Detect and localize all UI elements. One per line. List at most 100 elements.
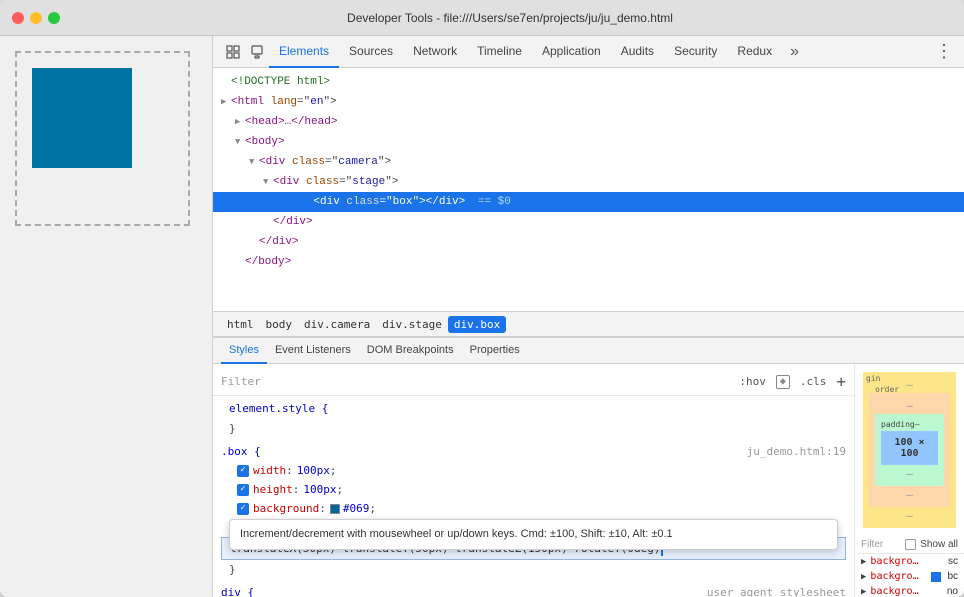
tab-dom-breakpoints[interactable]: DOM Breakpoints <box>359 338 462 364</box>
border-box: order — padding— 100 × 100 <box>869 393 950 507</box>
tree-line-stage[interactable]: <div class="stage"> <box>213 172 964 192</box>
tree-line-close-div2[interactable]: </div> <box>213 232 964 252</box>
tree-triangle[interactable] <box>235 113 245 131</box>
width-property: width: 100px; <box>221 461 846 480</box>
box-model: gin — order — pa <box>855 364 964 536</box>
traffic-lights <box>12 12 60 24</box>
hov-filter-btn[interactable]: :hov <box>735 372 770 391</box>
tree-line-head[interactable]: <head>…</head> <box>213 112 964 132</box>
styles-tabs-bar: Styles Event Listeners DOM Breakpoints P… <box>213 338 964 364</box>
backgro-item-2: ▶ backgro… bc <box>855 569 964 584</box>
inspect-icon[interactable] <box>221 40 245 64</box>
element-style-header: element.style { <box>221 398 846 419</box>
tab-redux[interactable]: Redux <box>727 36 782 68</box>
computed-filter-bar: Filter Show all <box>855 536 964 554</box>
tab-audits[interactable]: Audits <box>611 36 664 68</box>
transform-value-container: translateX(50px) translateY(50px) transl… <box>221 537 846 560</box>
box-rule-selector: ju_demo.html:19 .box { <box>221 442 846 461</box>
minimize-button[interactable] <box>30 12 42 24</box>
more-tabs-button[interactable]: » <box>784 36 805 68</box>
background-checkbox[interactable] <box>237 503 249 515</box>
show-all-checkbox[interactable] <box>905 539 916 550</box>
window-title: Developer Tools - file:///Users/se7en/pr… <box>68 11 952 25</box>
padding-box: padding— 100 × 100 — <box>875 414 944 486</box>
close-button[interactable] <box>12 12 24 24</box>
rule-source: ju_demo.html:19 <box>747 443 846 460</box>
tab-event-listeners[interactable]: Event Listeners <box>267 338 359 364</box>
title-bar: Developer Tools - file:///Users/se7en/pr… <box>0 0 964 36</box>
tab-security[interactable]: Security <box>664 36 727 68</box>
filter-label: Filter <box>221 373 735 390</box>
tab-sources[interactable]: Sources <box>339 36 403 68</box>
browser-window: Developer Tools - file:///Users/se7en/pr… <box>0 0 964 597</box>
tree-line-html[interactable]: <html lang="en"> <box>213 92 964 112</box>
tree-triangle[interactable] <box>221 93 231 111</box>
add-style-btn[interactable]: + <box>836 373 846 390</box>
tab-timeline[interactable]: Timeline <box>467 36 532 68</box>
div-rule-selector-line: user agent stylesheet div { <box>221 583 846 597</box>
margin-label: gin <box>866 374 880 383</box>
breadcrumb-camera[interactable]: div.camera <box>298 316 376 333</box>
tree-triangle[interactable] <box>235 133 245 151</box>
show-all-label: Show all <box>920 539 958 550</box>
padding-bottom: — <box>906 467 913 480</box>
color-swatch[interactable] <box>330 504 340 514</box>
transform-tooltip: Increment/decrement with mousewheel or u… <box>229 519 838 550</box>
computed-filter-label: Filter <box>861 539 901 550</box>
element-style-rule: element.style { } <box>213 396 854 440</box>
backgro-swatch-2 <box>931 572 941 582</box>
elements-tree[interactable]: <!DOCTYPE html> <html lang="en"> <head>…… <box>213 68 964 311</box>
margin-bottom: — <box>906 509 913 522</box>
height-checkbox[interactable] <box>237 484 249 496</box>
main-area: Elements Sources Network Timeline Applic… <box>0 36 964 597</box>
tree-line-close-div[interactable]: </div> <box>213 212 964 232</box>
breadcrumb-html[interactable]: html <box>221 316 260 333</box>
tab-elements[interactable]: Elements <box>269 36 339 68</box>
styles-content: Filter :hov ◆ .cls + element.style { } <box>213 364 964 597</box>
tab-application[interactable]: Application <box>532 36 611 68</box>
backgro-item-3: ▶ backgro… no <box>855 584 964 597</box>
preview-box <box>32 68 132 168</box>
backgro-item-1: ▶ backgro… sc <box>855 554 964 569</box>
devtools-tabs-bar: Elements Sources Network Timeline Applic… <box>213 36 964 68</box>
border-bottom: — <box>906 488 913 501</box>
box-style-rule: ju_demo.html:19 .box { width: 100px; hei… <box>213 440 854 581</box>
tree-line-body[interactable]: <body> <box>213 132 964 152</box>
breadcrumb-box[interactable]: div.box <box>448 316 506 333</box>
breadcrumb-body[interactable]: body <box>260 316 299 333</box>
device-icon[interactable] <box>245 40 269 64</box>
element-style-close: } <box>221 419 846 438</box>
tree-line-camera[interactable]: <div class="camera"> <box>213 152 964 172</box>
devtools-menu-button[interactable]: ⋮ <box>932 40 956 64</box>
background-property: background: #069; <box>221 499 846 518</box>
width-checkbox[interactable] <box>237 465 249 477</box>
maximize-button[interactable] <box>48 12 60 24</box>
padding-label: padding— <box>881 420 938 429</box>
styles-right-pane: gin — order — pa <box>854 364 964 597</box>
preview-panel <box>0 36 213 597</box>
filter-buttons: :hov ◆ .cls + <box>735 372 846 391</box>
user-agent-label: user agent stylesheet <box>707 584 846 597</box>
tab-properties[interactable]: Properties <box>462 338 528 364</box>
tree-triangle[interactable] <box>249 153 259 171</box>
preview-border <box>15 51 190 226</box>
breadcrumb-bar: html body div.camera div.stage div.box <box>213 311 964 337</box>
tab-styles[interactable]: Styles <box>221 338 267 364</box>
tab-network[interactable]: Network <box>403 36 467 68</box>
styles-left-pane: Filter :hov ◆ .cls + element.style { } <box>213 364 854 597</box>
margin-top: — <box>906 378 913 391</box>
border-top: — <box>906 399 913 412</box>
diamond-filter-icon[interactable]: ◆ <box>776 375 790 389</box>
height-property: height: 100px; <box>221 480 846 499</box>
tree-line-close-body[interactable]: </body> <box>213 252 964 272</box>
tree-line-doctype[interactable]: <!DOCTYPE html> <box>213 72 964 92</box>
breadcrumb-stage[interactable]: div.stage <box>376 316 448 333</box>
devtools-panel: Elements Sources Network Timeline Applic… <box>213 36 964 597</box>
tree-triangle[interactable] <box>263 173 273 191</box>
div-selector: div { <box>221 586 254 597</box>
lower-panel: Styles Event Listeners DOM Breakpoints P… <box>213 337 964 597</box>
selector-text: .box { <box>221 445 261 458</box>
filter-bar: Filter :hov ◆ .cls + <box>213 368 854 396</box>
tree-line-box[interactable]: <div class="box"></div> == $0 <box>213 192 964 212</box>
cls-filter-btn[interactable]: .cls <box>796 372 831 391</box>
